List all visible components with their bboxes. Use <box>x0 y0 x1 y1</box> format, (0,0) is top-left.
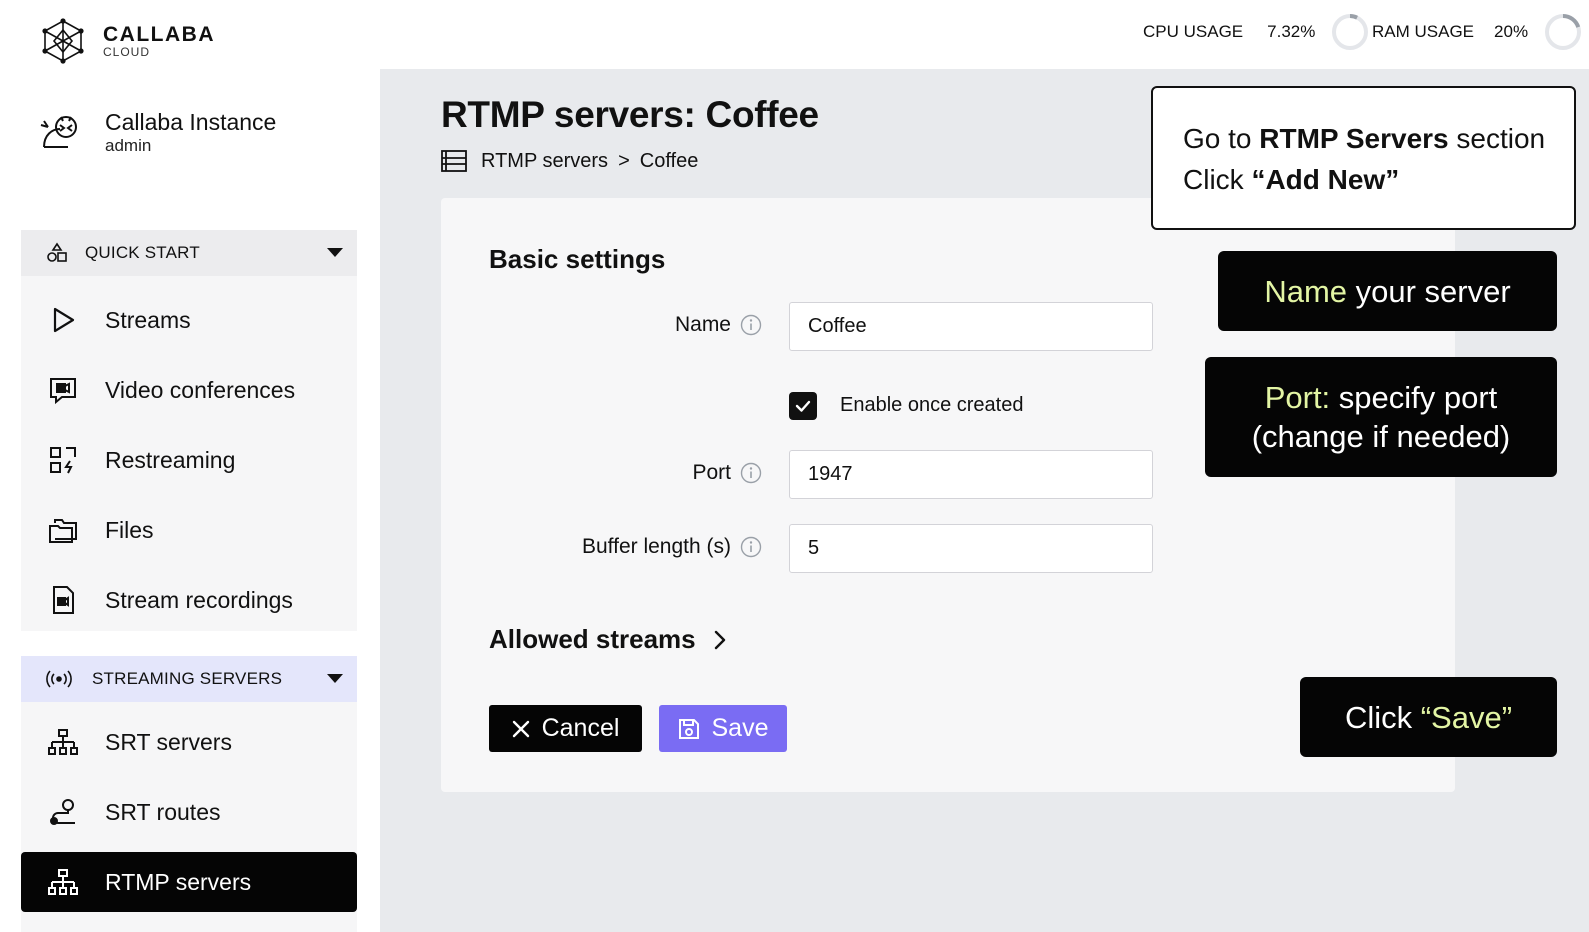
brand-name: CALLABA <box>103 23 215 46</box>
section-quick-start-label: QUICK START <box>85 243 200 262</box>
info-icon[interactable] <box>740 536 762 558</box>
sidebar-item-label: Video conferences <box>105 376 296 403</box>
sidebar: CALLABA CLOUD Callaba Instance admin QUI… <box>0 0 380 932</box>
cpu-usage-gauge <box>1332 14 1369 50</box>
instance-name: Callaba Instance <box>105 109 277 135</box>
callout-text: section <box>1448 123 1546 154</box>
callout-text: Click <box>1344 699 1421 735</box>
callout-text: (change if needed) <box>1251 419 1511 454</box>
chevron-down-icon <box>327 674 343 683</box>
callout-text-bold: “Add New” <box>1251 164 1400 195</box>
cancel-button-label: Cancel <box>541 714 620 742</box>
section-quick-start[interactable]: QUICK START <box>21 230 357 276</box>
network-icon <box>48 869 78 895</box>
check-icon <box>795 400 811 412</box>
ram-usage-value: 20% <box>1494 22 1529 41</box>
sidebar-item-video-conferences[interactable]: Video conferences <box>21 360 357 420</box>
video-chat-icon <box>50 378 76 405</box>
top-bar: CPU USAGE 7.32% RAM USAGE 20% <box>380 0 1589 69</box>
close-icon <box>512 720 529 737</box>
broadcast-icon <box>46 670 72 688</box>
buffer-length-input[interactable] <box>789 524 1153 573</box>
sidebar-item-label: Files <box>105 516 154 543</box>
restream-icon <box>50 447 76 474</box>
callout-port: Port: specify port (change if needed) <box>1205 357 1557 477</box>
callout-line-2: Click “Add New” <box>1183 159 1546 200</box>
callout-highlight: Port: <box>1264 380 1331 415</box>
callout-text-bold: RTMP Servers <box>1259 123 1449 154</box>
save-button-label: Save <box>711 714 769 742</box>
info-icon[interactable] <box>740 314 762 336</box>
sidebar-item-label: RTMP servers <box>105 868 252 895</box>
route-icon <box>50 799 75 825</box>
sidebar-item-label: Stream recordings <box>105 586 293 613</box>
floppy-disk-icon <box>678 718 699 739</box>
callout-text: Click <box>1183 164 1252 195</box>
port-input[interactable] <box>789 450 1153 499</box>
buffer-length-field-label: Buffer length (s) <box>582 535 762 559</box>
basic-settings-title: Basic settings <box>489 244 666 274</box>
sidebar-item-streams[interactable]: Streams <box>21 290 357 350</box>
buffer-label-text: Buffer length (s) <box>581 535 731 558</box>
allowed-streams-toggle[interactable]: Allowed streams <box>489 624 730 655</box>
info-icon[interactable] <box>740 462 762 484</box>
section-streaming-servers-label: STREAMING SERVERS <box>92 669 283 688</box>
sidebar-item-stream-recordings[interactable]: Stream recordings <box>21 570 357 630</box>
cancel-button[interactable]: Cancel <box>489 705 642 752</box>
enable-once-created-label[interactable]: Enable once created <box>840 394 1023 417</box>
enable-once-created-checkbox[interactable] <box>789 392 817 420</box>
sidebar-item-srt-servers[interactable]: SRT servers <box>21 712 357 772</box>
brand-logo[interactable]: CALLABA CLOUD <box>42 18 215 64</box>
play-icon <box>53 307 75 333</box>
sidebar-item-srt-routes[interactable]: SRT routes <box>21 782 357 842</box>
network-icon <box>48 729 78 755</box>
chevron-down-icon <box>327 248 343 257</box>
cpu-usage-value: 7.32% <box>1267 22 1316 41</box>
callout-text: specify port <box>1330 380 1498 415</box>
instance-avatar-icon <box>40 116 77 148</box>
callout-text: your server <box>1347 273 1511 309</box>
callout-highlight: Name <box>1264 273 1348 309</box>
cpu-usage: CPU USAGE 7.32% <box>1143 0 1369 64</box>
callout-highlight: “Save” <box>1420 699 1513 735</box>
ram-usage-label: RAM USAGE <box>1372 22 1475 41</box>
name-field-label: Name <box>675 313 762 337</box>
chevron-right-icon <box>714 630 725 649</box>
port-field-label: Port <box>692 461 762 485</box>
callout-goto-rtmp-servers: Go to RTMP Servers section Click “Add Ne… <box>1151 86 1576 230</box>
sidebar-item-restreaming[interactable]: Restreaming <box>21 430 357 490</box>
breadcrumb-link-rtmp-servers[interactable]: RTMP servers <box>481 150 608 173</box>
sidebar-item-label: SRT servers <box>105 728 232 755</box>
ram-usage-gauge <box>1545 14 1582 50</box>
callout-click-save: Click “Save” <box>1300 677 1557 757</box>
sidebar-item-files[interactable]: Files <box>21 500 357 560</box>
sidebar-item-label: Streams <box>105 306 191 333</box>
save-button[interactable]: Save <box>659 705 787 752</box>
server-list-icon <box>441 150 467 172</box>
ram-usage: RAM USAGE 20% <box>1372 0 1582 64</box>
callout-text: Go to <box>1183 123 1260 154</box>
shapes-icon <box>47 242 67 262</box>
port-label-text: Port <box>692 461 731 484</box>
cpu-usage-label: CPU USAGE <box>1143 22 1244 41</box>
instance-info[interactable]: Callaba Instance admin <box>38 108 276 156</box>
recording-file-icon <box>53 586 74 614</box>
section-streaming-servers[interactable]: STREAMING SERVERS <box>21 656 357 702</box>
name-input[interactable] <box>789 302 1153 351</box>
callout-line-1: Go to RTMP Servers section <box>1183 118 1546 159</box>
folder-icon <box>49 519 77 543</box>
logo-icon <box>42 18 84 64</box>
callout-name-server: Name your server <box>1218 251 1557 331</box>
sidebar-item-label: Restreaming <box>105 446 236 473</box>
breadcrumb-separator: > <box>618 149 630 172</box>
allowed-streams-label: Allowed streams <box>489 624 696 654</box>
name-label-text: Name <box>674 313 731 336</box>
sidebar-item-label: SRT routes <box>105 798 221 825</box>
brand-sub: CLOUD <box>103 45 151 59</box>
instance-user: admin <box>105 136 152 155</box>
breadcrumb-current: Coffee <box>639 149 699 172</box>
breadcrumb: RTMP servers > Coffee <box>441 149 698 173</box>
sidebar-item-rtmp-servers[interactable]: RTMP servers <box>21 852 357 912</box>
page-title: RTMP servers: Coffee <box>441 94 819 135</box>
